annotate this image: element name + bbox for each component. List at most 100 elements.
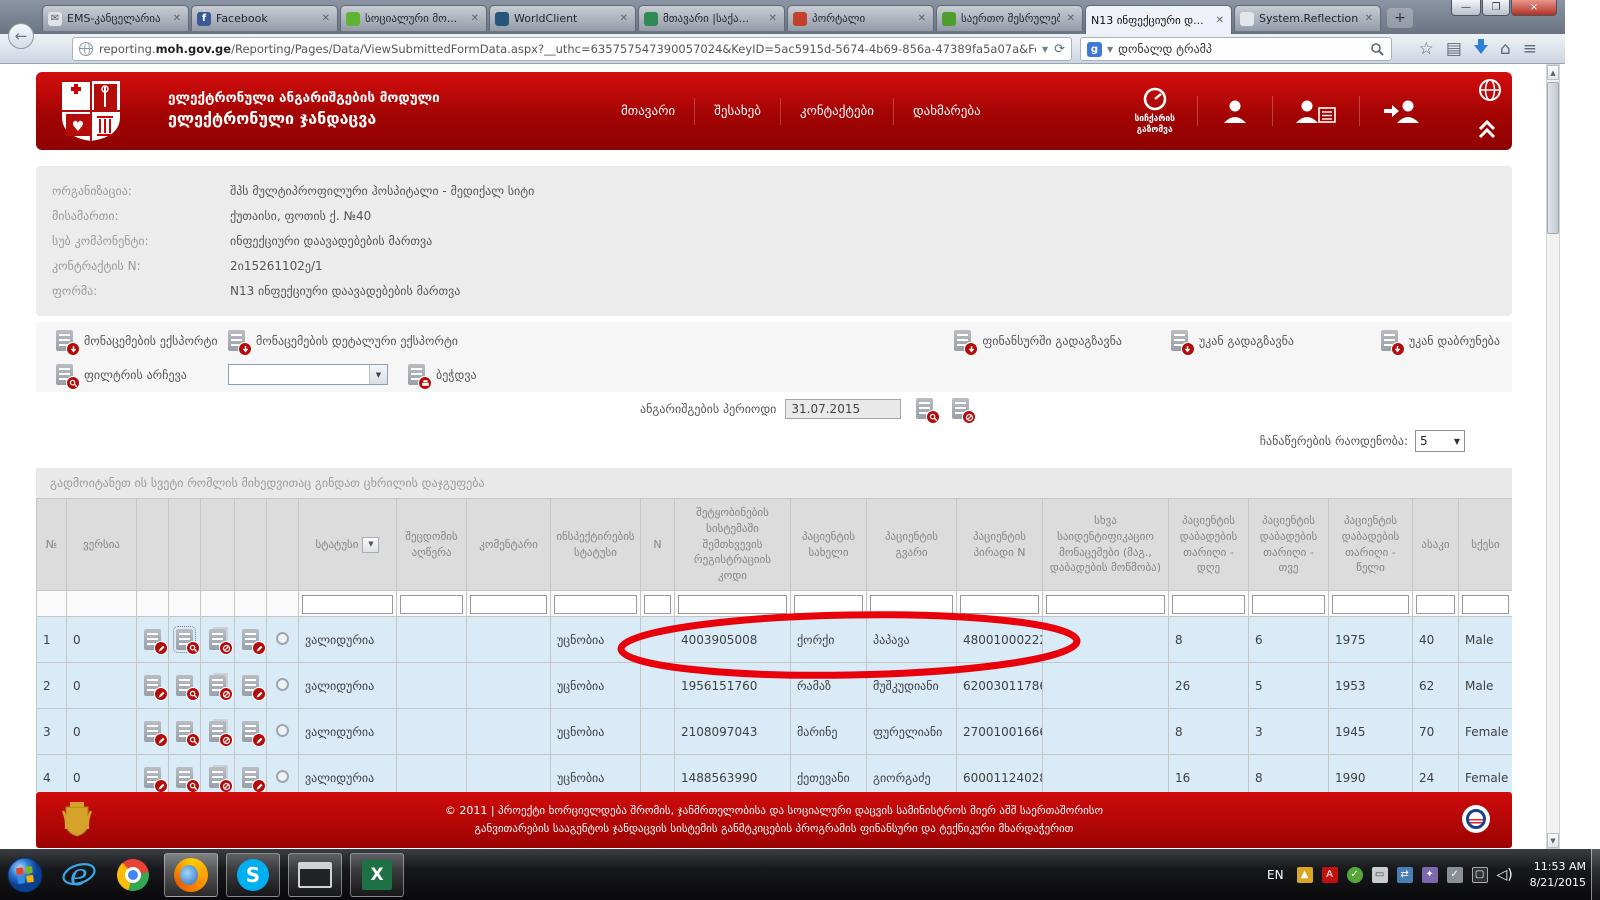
column-header-19[interactable]: პაციენტის დაბადების თარიღი - წელი — [1329, 499, 1413, 591]
url-bar[interactable]: reporting.moh.gov.ge/Reporting/Pages/Dat… — [72, 37, 1072, 61]
settings-tray-icon[interactable]: ✦ — [1422, 867, 1438, 883]
site-nav-item-2[interactable]: შესახებ — [694, 98, 780, 125]
tab-close-icon[interactable]: ✕ — [1065, 13, 1077, 24]
column-header-8[interactable]: შეცდომის აღწერა — [397, 499, 467, 591]
export-detailed-button[interactable]: მონაცემების დეტალური ექსპორტი — [228, 330, 458, 351]
print-button[interactable]: ბეჭდვა — [408, 364, 477, 385]
reload-icon[interactable]: ⟳ — [1054, 42, 1065, 57]
vertical-scrollbar[interactable]: ▲ ▼ — [1546, 64, 1560, 849]
row-radio-button[interactable] — [276, 632, 289, 645]
bookmark-star-icon[interactable]: ☆ — [1419, 39, 1434, 59]
filter-input-16[interactable] — [1046, 595, 1165, 614]
filter-input-17[interactable] — [1172, 595, 1245, 614]
tab-close-icon[interactable]: ✕ — [320, 13, 332, 24]
row-edit-button[interactable] — [144, 629, 161, 650]
network-tray-icon[interactable]: ⇄ — [1397, 867, 1413, 883]
row-sign-button[interactable] — [242, 675, 259, 696]
profile-button[interactable] — [1197, 96, 1272, 126]
filter-input-15[interactable] — [960, 595, 1039, 614]
browser-tab-5[interactable]: მთავარი |საქა...✕ — [638, 5, 785, 31]
tab-close-icon[interactable]: ✕ — [618, 13, 630, 24]
scroll-up-button[interactable]: ▲ — [1547, 65, 1559, 80]
search-engine-icon[interactable]: g — [1087, 42, 1102, 57]
period-clear-button[interactable] — [952, 398, 969, 419]
tab-close-icon[interactable]: ✕ — [1214, 15, 1226, 26]
logout-button[interactable] — [1359, 96, 1442, 126]
filter-input-21[interactable] — [1462, 595, 1509, 614]
show-desktop-button[interactable] — [1591, 849, 1600, 900]
filter-select[interactable]: ▼ — [228, 364, 388, 385]
column-header-18[interactable]: პაციენტის დაბადების თარიღი - თვე — [1249, 499, 1329, 591]
url-dropdown-icon[interactable]: ▼ — [1042, 45, 1048, 54]
speed-test-button[interactable]: სიჩქარისგაზომვა — [1112, 86, 1197, 135]
site-nav-item-3[interactable]: კონტაქტები — [780, 98, 893, 125]
row-radio-button[interactable] — [276, 770, 289, 783]
filter-input-9[interactable] — [470, 595, 547, 614]
browser-tab-7[interactable]: საერთო შესრულებ...✕ — [936, 5, 1083, 31]
browser-tab-8[interactable]: N13 ინფექციური დ...✕ — [1085, 5, 1232, 34]
column-header-16[interactable]: სხვა საიდენტიფიკაციო მონაცემები (მაგ., დ… — [1043, 499, 1169, 591]
grouping-hint-bar[interactable]: გადმოიტანეთ ის სვეტი რომლის მიხედვითაც გ… — [36, 468, 1512, 498]
start-button[interactable] — [2, 853, 48, 897]
back-button[interactable]: ← — [8, 23, 34, 49]
minimize-button[interactable]: — — [1451, 0, 1481, 16]
filter-input-18[interactable] — [1252, 595, 1325, 614]
firefox-icon[interactable] — [164, 853, 218, 897]
tab-close-icon[interactable]: ✕ — [767, 13, 779, 24]
collapse-chevron-icon[interactable] — [1476, 118, 1498, 144]
column-header-11[interactable]: N — [641, 499, 675, 591]
filter-input-12[interactable] — [678, 595, 787, 614]
chrome-icon[interactable] — [110, 853, 156, 897]
row-copy-button[interactable] — [209, 629, 226, 650]
security-shield-tray-icon[interactable]: ▲ — [1297, 867, 1313, 883]
search-engine-dropdown-icon[interactable]: ▼ — [1107, 45, 1113, 54]
row-edit-button[interactable] — [144, 767, 161, 788]
column-header-7[interactable]: სტატუსი▼ — [299, 499, 397, 591]
browser-tab-6[interactable]: პორტალი✕ — [787, 5, 934, 31]
filter-input-7[interactable] — [302, 595, 393, 614]
filter-input-19[interactable] — [1332, 595, 1409, 614]
column-header-10[interactable]: ინსპექტირების სტატუსი — [551, 499, 641, 591]
menu-icon[interactable]: ≡ — [1523, 39, 1537, 59]
records-select-arrow-icon[interactable]: ▼ — [1454, 437, 1460, 446]
usb-tray-icon[interactable]: ✓ — [1447, 867, 1463, 883]
period-search-button[interactable] — [916, 398, 933, 419]
restore-button[interactable]: ❐ — [1482, 0, 1510, 16]
tab-close-icon[interactable]: ✕ — [171, 13, 183, 24]
terminal-window-icon[interactable] — [288, 853, 342, 897]
export-button[interactable]: მონაცემების ექსპორტი — [56, 330, 218, 351]
taskbar-clock[interactable]: 11:53 AM 8/21/2015 — [1530, 859, 1586, 891]
send-financial-button[interactable]: ფინანსურში გადაგზავნა — [954, 330, 1122, 351]
status-filter-dropdown-icon[interactable]: ▼ — [362, 537, 379, 553]
search-input[interactable]: დონალდ ტრამპ — [1118, 42, 1365, 56]
row-radio-button[interactable] — [276, 724, 289, 737]
column-header-15[interactable]: პაციენტის პირადი N — [957, 499, 1043, 591]
filter-input-10[interactable] — [554, 595, 637, 614]
column-header-21[interactable]: სქესი — [1459, 499, 1513, 591]
tab-close-icon[interactable]: ✕ — [469, 13, 481, 24]
internet-explorer-icon[interactable]: e — [56, 853, 102, 897]
user-list-button[interactable] — [1272, 96, 1359, 126]
column-header-12[interactable]: შეტყობინების სისტემაში შემთხვევის რეგისტ… — [675, 499, 791, 591]
row-view-button[interactable] — [176, 721, 193, 742]
row-copy-button[interactable] — [209, 767, 226, 788]
antivirus-tray-icon[interactable]: ✓ — [1347, 867, 1363, 883]
browser-tab-2[interactable]: fFacebook✕ — [191, 5, 338, 31]
row-sign-button[interactable] — [242, 721, 259, 742]
column-header-13[interactable]: პაციენტის სახელი — [791, 499, 867, 591]
row-radio-button[interactable] — [276, 678, 289, 691]
row-copy-button[interactable] — [209, 675, 226, 696]
tab-close-icon[interactable]: ✕ — [1363, 13, 1375, 24]
row-sign-button[interactable] — [242, 767, 259, 788]
search-icon[interactable] — [1370, 42, 1385, 57]
home-icon[interactable]: ⌂ — [1500, 39, 1511, 59]
scrollbar-thumb[interactable] — [1547, 82, 1559, 234]
row-edit-button[interactable] — [144, 675, 161, 696]
filter-choose-button[interactable]: ფილტრის არჩევა — [56, 364, 187, 385]
filter-input-8[interactable] — [400, 595, 463, 614]
column-header-14[interactable]: პაციენტის გვარი — [867, 499, 957, 591]
report-period-input[interactable]: 31.07.2015 — [785, 399, 901, 419]
row-view-button[interactable] — [176, 675, 193, 696]
send-back-button[interactable]: უკან გადაგზავნა — [1171, 330, 1294, 351]
scroll-down-button[interactable]: ▼ — [1547, 833, 1559, 848]
